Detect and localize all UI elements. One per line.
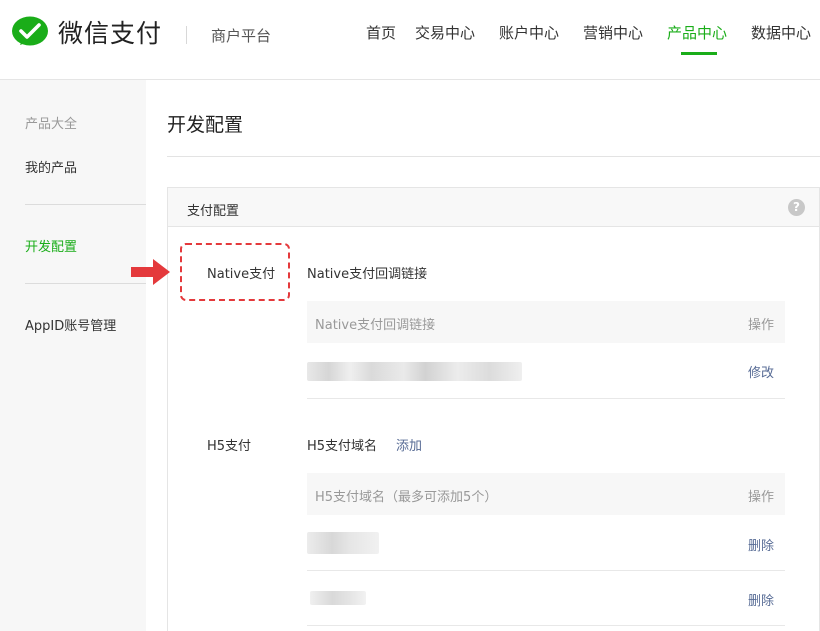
table-row: 删除 — [307, 515, 785, 571]
delete-link[interactable]: 删除 — [748, 535, 774, 554]
red-arrow-icon — [131, 259, 170, 285]
native-pay-label: Native支付 — [207, 267, 276, 282]
sidebar: 产品大全 我的产品 开发配置 AppID账号管理 — [0, 80, 146, 631]
nav-home[interactable]: 首页 — [366, 22, 396, 43]
brand-divider — [186, 26, 187, 44]
nav-transactions[interactable]: 交易中心 — [415, 22, 475, 43]
native-table-header: Native支付回调链接 操作 — [307, 301, 785, 343]
nav-active-indicator — [681, 52, 717, 55]
delete-link[interactable]: 删除 — [748, 590, 774, 609]
panel-title: 支付配置 — [187, 204, 240, 219]
column-header: H5支付域名（最多可添加5个） — [315, 490, 498, 505]
h5-pay-label: H5支付 — [207, 439, 252, 454]
h5-domain-title: H5支付域名 — [307, 439, 378, 454]
sidebar-divider — [25, 283, 146, 284]
title-divider — [167, 156, 820, 157]
brand-name[interactable]: 微信支付 — [58, 14, 162, 50]
sidebar-item-all-products[interactable]: 产品大全 — [25, 113, 77, 132]
sidebar-item-dev-config[interactable]: 开发配置 — [25, 236, 77, 255]
sidebar-item-my-products[interactable]: 我的产品 — [25, 157, 77, 176]
redacted-value — [307, 362, 522, 381]
help-icon[interactable]: ? — [788, 199, 805, 216]
action-column-header: 操作 — [747, 490, 774, 505]
platform-name: 商户平台 — [211, 27, 272, 45]
page-title: 开发配置 — [167, 114, 244, 136]
nav-account[interactable]: 账户中心 — [499, 22, 559, 43]
edit-link[interactable]: 修改 — [748, 362, 774, 381]
native-callback-title: Native支付回调链接 — [307, 267, 428, 282]
action-column-header: 操作 — [747, 318, 774, 333]
nav-data[interactable]: 数据中心 — [751, 22, 811, 43]
h5-table-header: H5支付域名（最多可添加5个） 操作 — [307, 473, 785, 515]
redacted-value — [307, 532, 379, 554]
top-header: 微信支付 商户平台 首页 交易中心 账户中心 营销中心 产品中心 数据中心 — [0, 0, 820, 80]
wechat-pay-logo-icon — [12, 16, 48, 46]
add-domain-link[interactable]: 添加 — [396, 435, 422, 454]
table-row: 删除 — [307, 571, 785, 626]
table-row: 修改 — [307, 343, 785, 399]
nav-products[interactable]: 产品中心 — [667, 22, 727, 43]
sidebar-item-appid[interactable]: AppID账号管理 — [25, 315, 116, 334]
column-header: Native支付回调链接 — [315, 318, 436, 333]
nav-marketing[interactable]: 营销中心 — [583, 22, 643, 43]
panel-header: 支付配置 ? — [168, 188, 819, 227]
sidebar-divider — [25, 204, 146, 205]
redacted-value — [310, 591, 366, 605]
